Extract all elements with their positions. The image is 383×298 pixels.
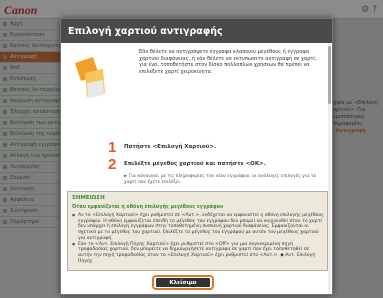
close-button[interactable]: Κλείσιμο [156, 278, 210, 287]
step-1: 1 Πατήστε <Επιλογή Χαρτιού>. [108, 140, 216, 155]
step-number: 1 [108, 139, 117, 156]
note-subtitle: Όταν εμφανίζεται η οθόνη επιλογής μεγέθο… [72, 205, 224, 210]
step-2-note: ► Για κανονικά, με τις πληροφορίες του ν… [124, 174, 317, 185]
paper-documents-illustration [75, 57, 105, 98]
note-item: Εάν το <Αυτ. Επιλογή Πηγής Χαρτιού> έχει… [72, 242, 324, 265]
step-2: 2 Επιλέξτε μέγεθος χαρτιού και πατήστε <… [108, 157, 266, 172]
note-title: ΣΗΜΕΙΩΣΗ [72, 195, 105, 201]
step-text: Επιλέξτε μέγεθος χαρτιού και πατήστε <OK… [124, 161, 266, 167]
note-box: ΣΗΜΕΙΩΣΗ Όταν εμφανίζεται η οθόνη επιλογ… [67, 191, 328, 271]
step-number: 2 [108, 156, 117, 173]
step-text: Πατήστε <Επιλογή Χαρτιού>. [124, 144, 217, 150]
note-item: Αν το <Επιλογή Χαρτιού> έχει ρυθμιστεί σ… [72, 213, 324, 242]
copy-paper-dialog: Επιλογή χαρτιού αντιγραφής Εάν θέλετε να… [60, 18, 333, 295]
dialog-title: Επιλογή χαρτιού αντιγραφής [61, 19, 332, 43]
note-list: Αν το <Επιλογή Χαρτιού> έχει ρυθμιστεί σ… [72, 213, 324, 264]
close-button-focus-ring: Κλείσιμο [152, 275, 214, 290]
dialog-scrollbar-thumb[interactable] [328, 46, 331, 104]
intro-text: Εάν θέλετε να αντιγράψετε έγγραφα κλασικ… [139, 49, 317, 75]
dialog-body: Εάν θέλετε να αντιγράψετε έγγραφα κλασικ… [61, 43, 332, 296]
